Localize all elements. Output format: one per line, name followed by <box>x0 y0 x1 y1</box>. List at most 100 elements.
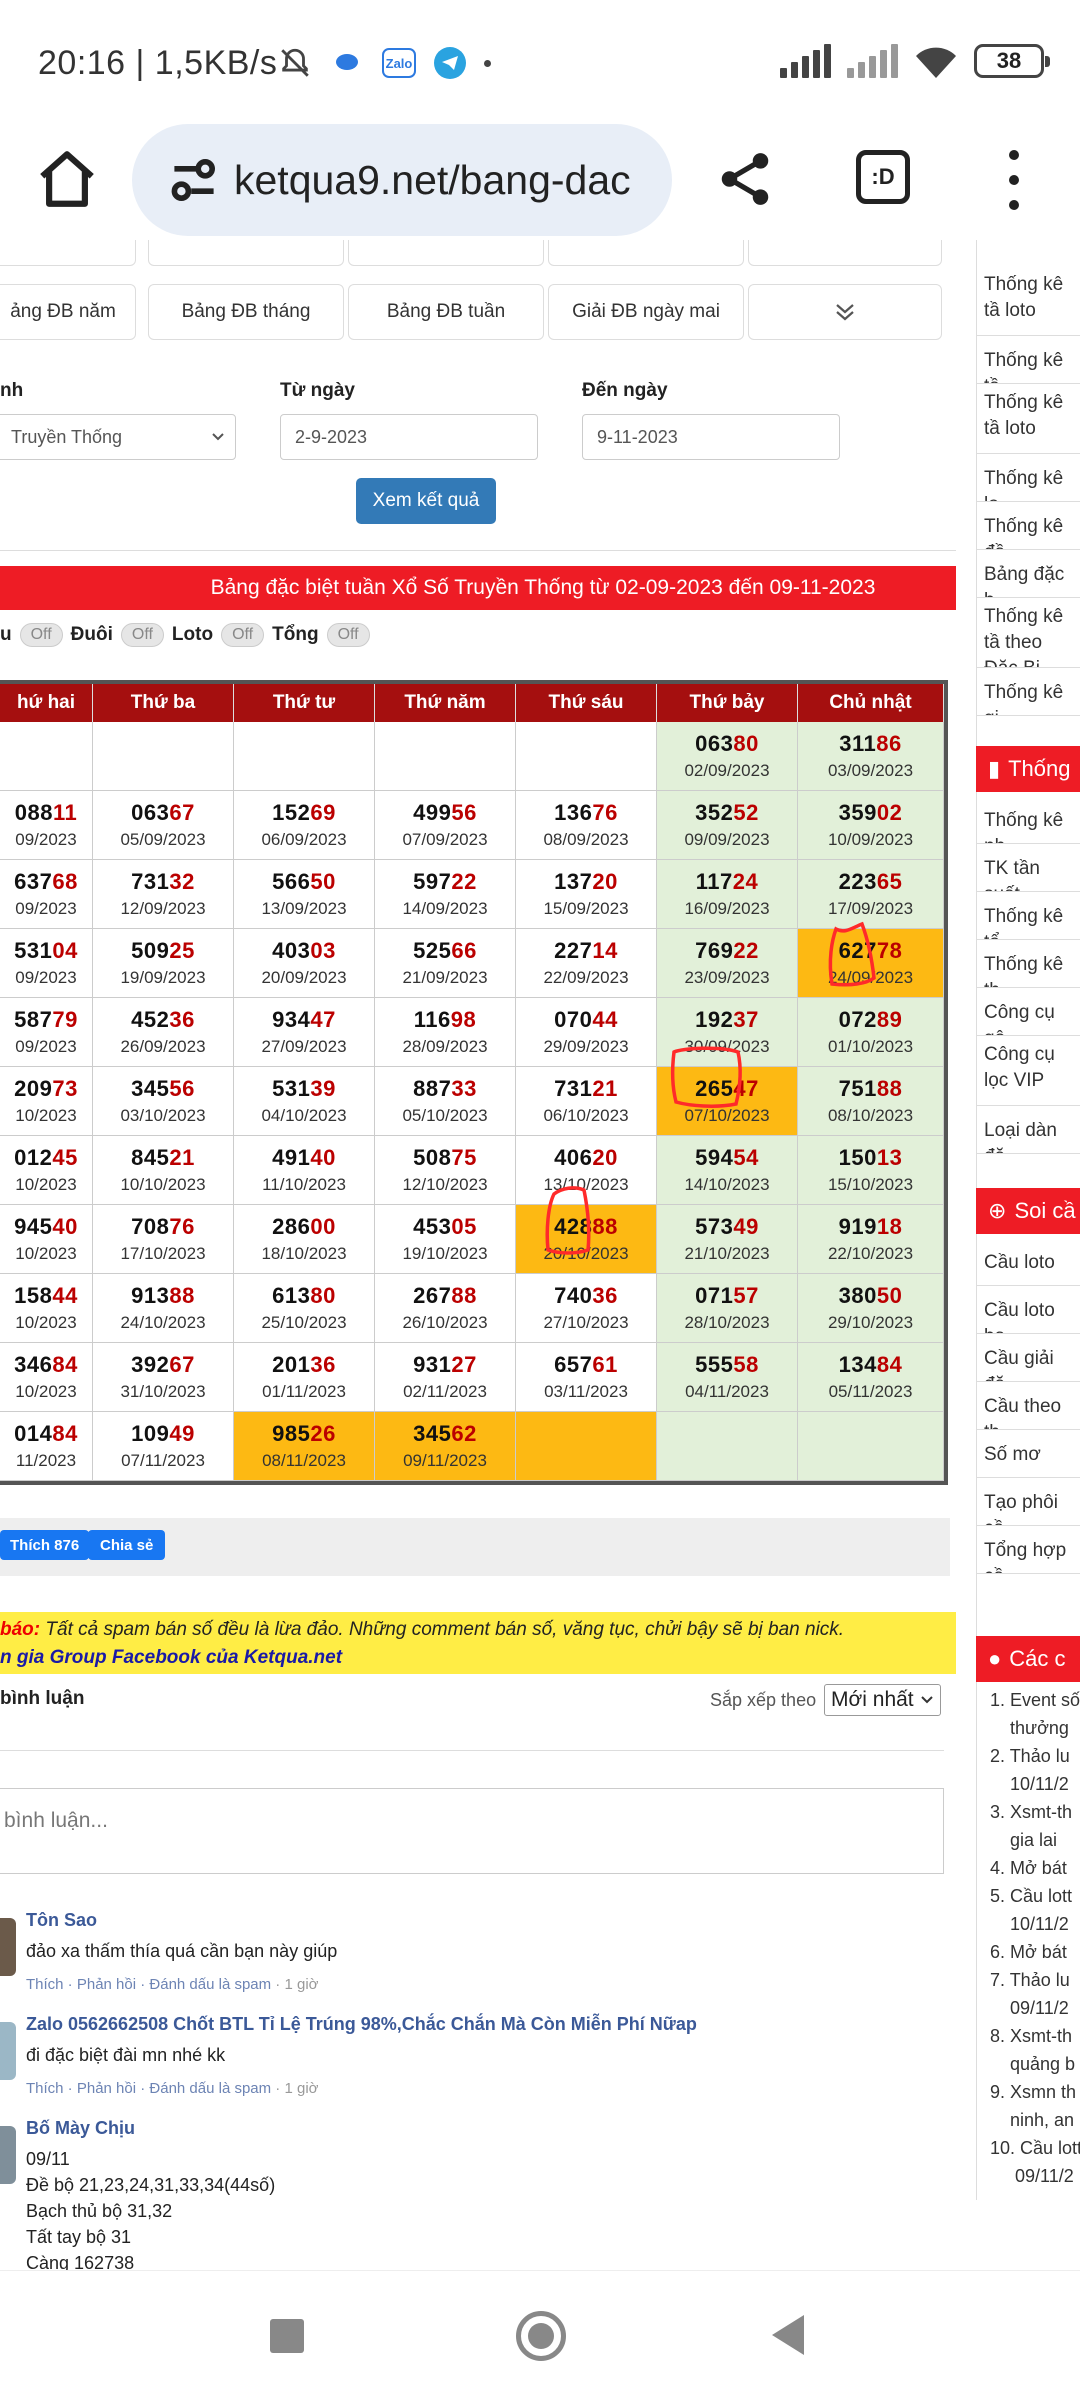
toggle-dau[interactable]: Off <box>19 623 63 647</box>
sidebar-topic-link[interactable]: ninh, an <box>976 2106 1080 2134</box>
facebook-group-link[interactable]: n gia Group Facebook của Ketqua.net <box>0 1647 342 1668</box>
number-tail: 22 <box>733 938 759 963</box>
draw-date: 10/2023 <box>15 1175 77 1194</box>
quick-button-db-tuan[interactable]: Bảng ĐB tuần <box>348 284 544 340</box>
sidebar-link[interactable]: Số mơ <box>976 1430 1080 1478</box>
sidebar-topic-link[interactable]: 6. Mở bát <box>976 1938 1080 1966</box>
number-tail: 18 <box>876 1214 903 1239</box>
sidebar-topic-link[interactable]: 10/11/2 <box>976 1910 1080 1938</box>
facebook-like-button[interactable]: Thích 876 <box>0 1530 90 1560</box>
number-tail: 98 <box>450 1007 477 1032</box>
web-page: ảng ĐB năm Bảng ĐB tháng Bảng ĐB tuần Gi… <box>0 240 1080 2270</box>
sidebar-topic-link[interactable]: 5. Cầu lott <box>976 1882 1080 1910</box>
comment-action-links[interactable]: Thích · Phản hồi · Đánh dấu là spam <box>26 2080 271 2097</box>
comment-actions[interactable]: Thích · Phản hồi · Đánh dấu là spam · 1 … <box>26 1976 319 1993</box>
sidebar-link[interactable]: Cầu giải đặ <box>976 1334 1080 1382</box>
special-prize-number: 91918 <box>839 1214 903 1240</box>
sidebar-link[interactable]: Công cụ lọc VIP <box>976 1036 1080 1106</box>
sidebar-link[interactable]: Thống kê đầ <box>976 502 1080 550</box>
number-head: 109 <box>131 1421 170 1446</box>
comment-author[interactable]: Tôn Sao <box>26 1910 97 1931</box>
table-row: 01245 10/2023 84521 10/10/2023 49140 11/10/20… <box>0 1136 944 1205</box>
sidebar-topic-link[interactable]: thưởng <box>976 1714 1080 1742</box>
table-cell: 40303 20/09/2023 <box>234 929 375 998</box>
quick-button-top-0[interactable] <box>0 240 136 266</box>
comment-text-line: Càng 162738 <box>26 2253 135 2270</box>
number-head: 071 <box>695 1283 734 1308</box>
toggle-loto[interactable]: Off <box>221 623 265 647</box>
back-icon[interactable] <box>772 2315 804 2355</box>
sort-select[interactable]: Mới nhất <box>824 1684 941 1716</box>
sidebar-topic-link[interactable]: 10. Cầu lott <box>976 2134 1080 2162</box>
number-head: 380 <box>838 1283 877 1308</box>
quick-button-top-1[interactable] <box>148 240 344 266</box>
quick-button-db-ngay-mai[interactable]: Giải ĐB ngày mai <box>548 284 744 340</box>
table-cell: 15013 15/10/2023 <box>798 1136 944 1205</box>
quick-button-top-4[interactable] <box>748 240 942 266</box>
sidebar-topic-link[interactable]: 8. Xsmt-th <box>976 2022 1080 2050</box>
province-select[interactable]: Truyền Thống <box>0 414 236 460</box>
share-icon[interactable] <box>714 146 776 212</box>
sidebar-topic-link[interactable]: gia lai <box>976 1826 1080 1854</box>
toggle-duoi[interactable]: Off <box>120 623 164 647</box>
sidebar-link[interactable]: Thống kê tầ theo Đặc Bi <box>976 598 1080 668</box>
sidebar-link[interactable]: Bảng đặc b <box>976 550 1080 598</box>
site-settings-icon[interactable] <box>166 152 222 208</box>
sidebar-topic-link[interactable]: 2. Thảo lu <box>976 1742 1080 1770</box>
sidebar-topic-link[interactable]: 09/11/2 <box>976 1994 1080 2022</box>
sidebar-link[interactable]: Công cụ gộ <box>976 988 1080 1036</box>
sidebar-topic-link[interactable]: 1. Event số <box>976 1686 1080 1714</box>
number-head: 525 <box>413 938 452 963</box>
menu-icon[interactable] <box>994 150 1034 210</box>
sidebar-link[interactable]: Thống kê tầ loto <box>976 266 1080 336</box>
comment-actions[interactable]: Thích · Phản hồi · Đánh dấu là spam · 1 … <box>26 2080 319 2097</box>
comment-action-links[interactable]: Thích · Phản hồi · Đánh dấu là spam <box>26 1976 271 1993</box>
sidebar-link[interactable]: Thống kê tầ loto <box>976 384 1080 454</box>
sidebar-link[interactable]: TK tần suất <box>976 844 1080 892</box>
number-tail: 88 <box>169 1283 195 1308</box>
sidebar-topic-link[interactable]: 10/11/2 <box>976 1770 1080 1798</box>
sidebar-link[interactable]: Tạo phôi cầ <box>976 1478 1080 1526</box>
sidebar-link[interactable]: Thống kê th <box>976 940 1080 988</box>
sidebar-link[interactable]: Thống kê lo <box>976 454 1080 502</box>
number-tail: 49 <box>733 1214 759 1239</box>
sidebar-link[interactable]: Thống kê nh <box>976 796 1080 844</box>
recents-icon[interactable] <box>270 2319 304 2353</box>
sidebar-link[interactable]: Cầu theo th <box>976 1382 1080 1430</box>
sidebar-link[interactable]: Tổng hợp cầ <box>976 1526 1080 1574</box>
quick-button-db-nam[interactable]: ảng ĐB năm <box>0 284 136 340</box>
comment-input[interactable]: bình luận... <box>0 1788 944 1874</box>
sidebar-link[interactable]: Thống kê tổ <box>976 892 1080 940</box>
special-prize-number: 65761 <box>554 1352 618 1378</box>
submit-button[interactable]: Xem kết quả <box>356 478 496 524</box>
quick-button-db-thang[interactable]: Bảng ĐB tháng <box>148 284 344 340</box>
quick-button-top-3[interactable] <box>548 240 744 266</box>
warning-text: Tất cả spam bán số đều là lừa đảo. Những… <box>45 1619 845 1640</box>
sidebar-link[interactable]: Loại dàn đặ <box>976 1106 1080 1154</box>
table-row: 08811 09/2023 06367 05/09/2023 15269 06/09/20… <box>0 791 944 860</box>
from-date-input[interactable]: 2-9-2023 <box>280 414 538 460</box>
facebook-share-button[interactable]: Chia sẻ <box>88 1530 166 1560</box>
draw-date: 25/10/2023 <box>261 1313 347 1332</box>
sidebar-link[interactable]: Cầu loto <box>976 1238 1080 1286</box>
sidebar-link[interactable]: Thống kê gi <box>976 668 1080 716</box>
tab-switcher-button[interactable]: :D <box>856 150 910 204</box>
address-bar[interactable]: ketqua9.net/bang-dac <box>132 124 672 236</box>
expand-more-button[interactable] <box>748 284 942 340</box>
comment-author[interactable]: Zalo 0562662508 Chốt BTL Tỉ Lệ Trúng 98%… <box>26 2014 697 2035</box>
home-nav-icon[interactable] <box>516 2311 566 2361</box>
sidebar-topic-link[interactable]: 4. Mở bát <box>976 1854 1080 1882</box>
home-icon[interactable] <box>34 146 100 212</box>
sidebar-topic-link[interactable]: quảng b <box>976 2050 1080 2078</box>
to-date-input[interactable]: 9-11-2023 <box>582 414 840 460</box>
draw-date: 10/2023 <box>15 1313 77 1332</box>
quick-button-top-2[interactable] <box>348 240 544 266</box>
sidebar-topic-link[interactable]: 09/11/2 <box>976 2162 1080 2190</box>
sidebar-topic-link[interactable]: 7. Thảo lu <box>976 1966 1080 1994</box>
sidebar-link[interactable]: Cầu loto bạ <box>976 1286 1080 1334</box>
sidebar-link[interactable]: Thống kê tầ <box>976 336 1080 384</box>
sidebar-topic-link[interactable]: 3. Xsmt-th <box>976 1798 1080 1826</box>
toggle-tong[interactable]: Off <box>326 623 370 647</box>
sidebar-topic-link[interactable]: 9. Xsmn th <box>976 2078 1080 2106</box>
comment-author[interactable]: Bố Mày Chịu <box>26 2118 135 2139</box>
